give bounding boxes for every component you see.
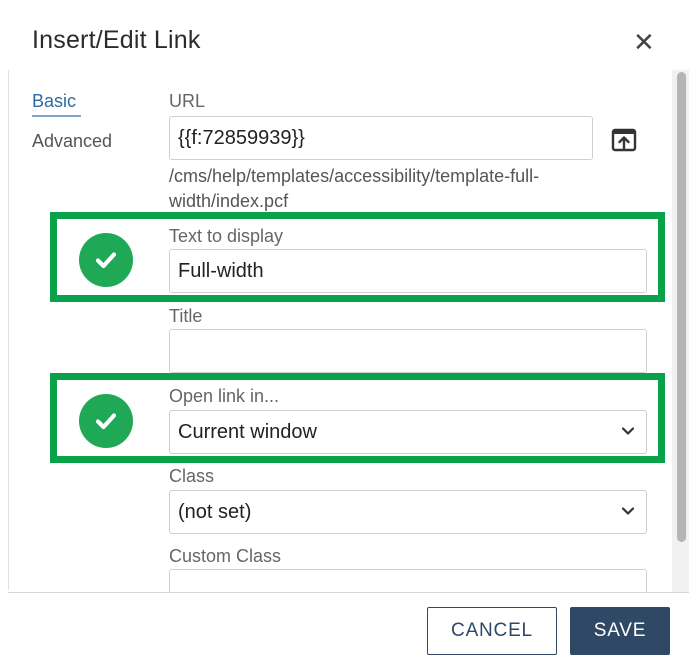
text-to-display-label: Text to display [169,226,284,246]
custom-class-input[interactable] [169,569,647,592]
chevron-down-icon [621,507,635,515]
open-link-in-select[interactable]: Current window [169,410,647,454]
insert-edit-link-dialog: Insert/Edit Link ✕ Basic Advanced URL {{… [0,0,689,665]
save-button[interactable]: SAVE [570,607,670,655]
cancel-button[interactable]: CANCEL [427,607,557,655]
upload-browse-icon[interactable] [608,124,640,156]
tab-basic[interactable]: Basic [32,91,76,112]
tab-advanced[interactable]: Advanced [32,131,112,152]
chevron-down-icon [621,427,635,435]
url-label: URL [169,91,206,111]
open-link-in-value: Current window [178,421,317,443]
url-path-text: /cms/help/templates/accessibility/templa… [169,166,540,211]
dialog-left-border [8,70,9,590]
url-input[interactable]: {{f:72859939}} [169,116,593,160]
open-link-in-label: Open link in... [169,386,280,406]
title-input[interactable] [169,329,647,373]
footer-divider [8,592,689,593]
text-to-display-input[interactable]: Full-width [169,249,647,293]
class-value: (not set) [178,501,252,523]
scrollbar-thumb[interactable] [677,72,686,542]
custom-class-label: Custom Class [169,546,282,566]
tab-basic-underline [32,115,81,117]
close-icon[interactable]: ✕ [633,27,655,57]
dialog-title: Insert/Edit Link [32,26,201,54]
check-circle-icon [79,233,133,287]
check-circle-icon [79,394,133,448]
class-select[interactable]: (not set) [169,490,647,534]
class-label: Class [169,466,215,486]
title-label: Title [169,306,203,326]
